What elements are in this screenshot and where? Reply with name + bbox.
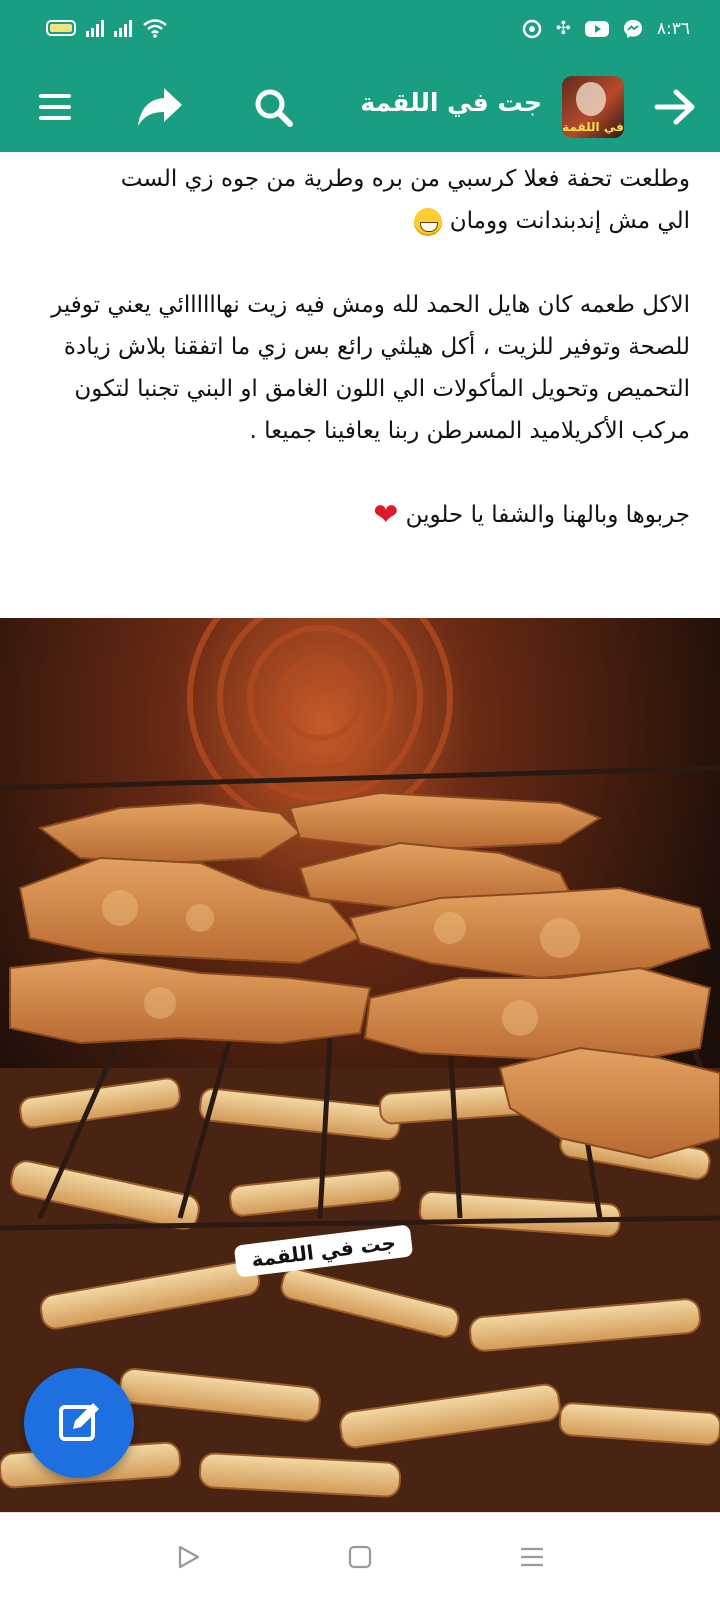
- status-left: [46, 18, 168, 38]
- edit-fab-button[interactable]: [24, 1368, 134, 1478]
- chrome-icon: [522, 19, 542, 38]
- post-line: وطلعت تحفة فعلا كرسبي من بره وطرية من جو…: [120, 166, 690, 192]
- nav-home-icon[interactable]: [342, 1539, 378, 1575]
- app-logo: في اللقمة: [562, 76, 624, 138]
- app-bar: جت في اللقمة في اللقمة: [0, 62, 720, 152]
- youtube-icon: [584, 20, 609, 37]
- status-right: ✣ ٨:٣٦: [522, 18, 690, 39]
- system-nav-bar: [0, 1512, 720, 1601]
- post-line: جربوها وبالهنا والشفا يا حلوين: [405, 502, 690, 528]
- nav-recents-icon[interactable]: [514, 1539, 550, 1575]
- grinning-face-emoji-icon: [414, 207, 443, 236]
- messenger-icon: [623, 19, 642, 38]
- logo-face-image: [576, 82, 606, 116]
- post-content[interactable]: وطلعت تحفة فعلا كرسبي من بره وطرية من جو…: [0, 152, 720, 1512]
- red-heart-emoji-icon: ❤: [373, 497, 399, 533]
- menu-icon[interactable]: [30, 82, 80, 132]
- battery-icon: [46, 20, 76, 36]
- status-bar: ✣ ٨:٣٦: [0, 0, 720, 62]
- logo-text: في اللقمة: [562, 120, 624, 134]
- post-paragraph: الاكل طعمه كان هايل الحمد لله ومش فيه زي…: [51, 292, 690, 444]
- post-paragraph: جربوها وبالهنا والشفا يا حلوين ❤: [30, 494, 690, 537]
- search-icon[interactable]: [248, 82, 298, 132]
- pinwheel-icon: ✣: [555, 18, 571, 39]
- share-icon[interactable]: [135, 82, 185, 132]
- nav-back-icon[interactable]: [170, 1539, 206, 1575]
- app-title: جت في اللقمة: [360, 88, 542, 117]
- arrow-right-icon[interactable]: [650, 82, 700, 132]
- status-time: ٨:٣٦: [656, 18, 690, 39]
- post-text: وطلعت تحفة فعلا كرسبي من بره وطرية من جو…: [30, 158, 690, 537]
- signal-icon: [86, 19, 104, 37]
- post-line: الي مش إندبندانت وومان: [449, 208, 690, 234]
- wifi-icon: [143, 19, 167, 38]
- edit-icon: [59, 1403, 99, 1441]
- post-paragraph: وطلعت تحفة فعلا كرسبي من بره وطرية من جو…: [30, 158, 690, 242]
- signal-icon: [114, 19, 132, 37]
